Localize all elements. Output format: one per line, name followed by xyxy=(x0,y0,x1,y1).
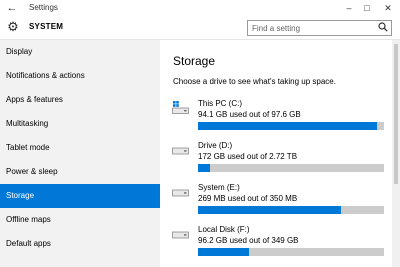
drive-item[interactable]: This PC (C:) 94.1 GB used out of 97.6 GB xyxy=(172,99,386,137)
usage-bar-fill xyxy=(198,248,250,256)
window-title: Settings xyxy=(29,3,58,12)
page-subtitle: Choose a drive to see what's taking up s… xyxy=(173,77,336,86)
close-button[interactable]: ✕ xyxy=(380,0,396,16)
page-title: Storage xyxy=(173,54,216,68)
search-placeholder: Find a setting xyxy=(252,24,301,33)
scrollbar-thumb[interactable] xyxy=(394,44,398,184)
search-input[interactable]: Find a setting xyxy=(247,20,392,36)
search-icon[interactable] xyxy=(377,22,388,34)
drive-item[interactable]: Drive (D:) 172 GB used out of 2.72 TB xyxy=(172,141,386,179)
drive-name: Drive (D:) xyxy=(198,141,233,150)
gear-icon: ⚙ xyxy=(7,19,19,34)
usage-bar xyxy=(198,164,384,172)
usage-bar xyxy=(198,248,384,256)
sidebar: Display Notifications & actions Apps & f… xyxy=(0,40,160,267)
sidebar-item-power-sleep[interactable]: Power & sleep xyxy=(0,160,160,184)
drive-item[interactable]: Local Disk (F:) 96.2 GB used out of 349 … xyxy=(172,225,386,263)
back-arrow-icon[interactable]: ← xyxy=(6,1,18,15)
drive-icon xyxy=(172,189,189,197)
sidebar-item-offline-maps[interactable]: Offline maps xyxy=(0,208,160,232)
drive-usage: 96.2 GB used out of 349 GB xyxy=(198,236,299,245)
usage-bar-fill xyxy=(198,206,342,214)
usage-bar xyxy=(198,122,384,130)
drive-name: System (E:) xyxy=(198,183,240,192)
drive-usage: 269 MB used out of 350 MB xyxy=(198,194,298,203)
main-content: Storage Choose a drive to see what's tak… xyxy=(160,40,400,267)
sidebar-item-tablet-mode[interactable]: Tablet mode xyxy=(0,136,160,160)
drive-item[interactable]: System (E:) 269 MB used out of 350 MB xyxy=(172,183,386,221)
section-title: SYSTEM xyxy=(29,22,64,31)
sidebar-item-display[interactable]: Display xyxy=(0,40,160,64)
sidebar-item-storage[interactable]: Storage xyxy=(0,184,160,208)
drive-usage: 94.1 GB used out of 97.6 GB xyxy=(198,110,301,119)
maximize-button[interactable]: □ xyxy=(359,0,375,16)
drive-name: This PC (C:) xyxy=(198,99,242,108)
minimize-button[interactable]: – xyxy=(341,0,357,16)
sidebar-item-multitasking[interactable]: Multitasking xyxy=(0,112,160,136)
drive-usage: 172 GB used out of 2.72 TB xyxy=(198,152,298,161)
title-bar: ← Settings – □ ✕ xyxy=(0,0,400,16)
scrollbar[interactable] xyxy=(392,40,400,267)
usage-bar-fill xyxy=(198,122,378,130)
drive-icon xyxy=(172,147,189,155)
sidebar-item-notifications[interactable]: Notifications & actions xyxy=(0,64,160,88)
drive-name: Local Disk (F:) xyxy=(198,225,250,234)
system-drive-icon xyxy=(172,101,189,114)
usage-bar-fill xyxy=(198,164,210,172)
sidebar-item-apps-features[interactable]: Apps & features xyxy=(0,88,160,112)
usage-bar xyxy=(198,206,384,214)
drive-icon xyxy=(172,231,189,239)
sidebar-item-default-apps[interactable]: Default apps xyxy=(0,232,160,256)
